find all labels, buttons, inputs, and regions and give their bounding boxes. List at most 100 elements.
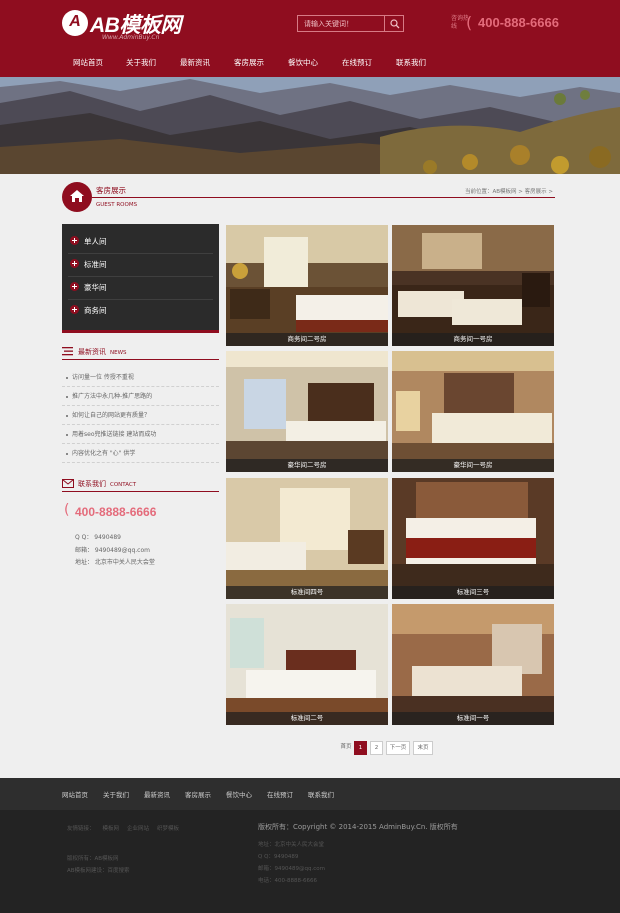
room-caption: 标准间三号 <box>392 586 554 599</box>
logo-url: Www.AdminBuy.Cn <box>102 34 160 41</box>
room-photo <box>392 478 554 599</box>
banner-image <box>0 77 620 174</box>
hotline-number: 400-888-6666 <box>478 15 559 30</box>
nav-rooms[interactable]: 客房展示 <box>222 52 276 74</box>
footer-nav-booking[interactable]: 在线预订 <box>267 789 293 799</box>
friend-link[interactable]: 企业网站 <box>127 824 149 832</box>
plus-icon <box>70 305 79 314</box>
friend-links: 友情链接： 模板网 企业网站 织梦模板 <box>67 824 187 832</box>
main-nav: 网站首页 关于我们 最新资讯 客房展示 餐饮中心 在线预订 联系我们 <box>62 52 438 74</box>
footer-nav-home[interactable]: 网站首页 <box>62 789 88 799</box>
room-photo <box>226 604 388 725</box>
room-caption: 豪华间一号房 <box>392 459 554 472</box>
list-item[interactable]: 内容优化之有 "心" 供学 <box>62 444 219 463</box>
room-card[interactable]: 标准间四号 <box>226 478 388 599</box>
news-title-en: NEWS <box>110 350 127 356</box>
footer-left-line: 版权所有：AB模板网 <box>67 856 119 862</box>
contact-title-en: CONTACT <box>110 482 137 488</box>
footer: 友情链接： 模板网 企业网站 织梦模板 版权所有：AB模板网 AB模板网建设：百… <box>0 810 620 913</box>
sidebar-item-standard[interactable]: 标准间 <box>62 254 219 277</box>
footer-email: 邮箱：9490489@qq.com <box>258 866 325 872</box>
mail-icon <box>62 479 74 488</box>
list-item[interactable]: 访问量一位 传授不重视 <box>62 368 219 387</box>
sidebar-item-single[interactable]: 单人间 <box>62 231 219 254</box>
footer-nav-about[interactable]: 关于我们 <box>103 789 129 799</box>
list-item[interactable]: 用着seo兜推送链接 建站而成功 <box>62 425 219 444</box>
nav-dining[interactable]: 餐饮中心 <box>276 52 330 74</box>
room-card[interactable]: 标准间三号 <box>392 478 554 599</box>
friend-link[interactable]: 模板网 <box>103 824 120 832</box>
room-card[interactable]: 商务间二号房 <box>226 225 388 346</box>
home-icon <box>70 190 84 202</box>
room-caption: 标准间二号 <box>226 712 388 725</box>
contact-address: 地址： 北京市中关人民大会堂 <box>75 559 155 566</box>
sidebar-menu: 单人间 标准间 豪华间 商务间 <box>62 224 219 333</box>
nav-booking[interactable]: 在线预订 <box>330 52 384 74</box>
room-card[interactable]: 豪华间二号房 <box>226 351 388 472</box>
logo-mark: A <box>62 10 88 36</box>
room-photo <box>392 225 554 346</box>
contact-qq: Q Q： 9490489 <box>75 534 121 541</box>
search-icon <box>390 19 400 29</box>
sidebar-item-label: 豪华间 <box>84 283 107 292</box>
footer-nav: 网站首页 关于我们 最新资讯 客房展示 餐饮中心 在线预订 联系我们 <box>0 778 620 810</box>
pager-current[interactable]: 1 <box>354 741 367 755</box>
section-divider <box>92 197 555 198</box>
sidebar-item-label: 标准间 <box>84 260 107 269</box>
news-title: 最新资讯 <box>78 348 106 356</box>
search-button[interactable] <box>384 15 404 32</box>
footer-nav-dining[interactable]: 餐饮中心 <box>226 789 252 799</box>
phone-icon: ( <box>466 13 473 32</box>
room-caption: 商务间二号房 <box>226 333 388 346</box>
pager-first-label[interactable]: 首页 <box>339 741 353 755</box>
pager-page-2[interactable]: 2 <box>370 741 383 755</box>
contact-email: 邮箱： 9490489@qq.com <box>75 547 150 554</box>
room-caption: 商务间一号房 <box>392 333 554 346</box>
room-card[interactable]: 标准间二号 <box>226 604 388 725</box>
nav-home[interactable]: 网站首页 <box>62 52 114 74</box>
sidebar-item-label: 单人间 <box>84 237 107 246</box>
site-logo[interactable]: A AB模板网 Www.AdminBuy.Cn <box>62 7 192 43</box>
list-item[interactable]: 推广方法中永几种-推广思路的 <box>62 387 219 406</box>
footer-qq: Q Q：9490489 <box>258 854 299 860</box>
footer-nav-news[interactable]: 最新资讯 <box>144 789 170 799</box>
room-photo <box>392 604 554 725</box>
breadcrumb: 当前位置：AB模板网 > 客房展示 > <box>465 189 553 195</box>
sidebar-item-business[interactable]: 商务间 <box>62 300 219 323</box>
pager-last[interactable]: 末页 <box>413 741 433 755</box>
room-caption: 标准间四号 <box>226 586 388 599</box>
pager-next[interactable]: 下一页 <box>386 741 410 755</box>
nav-about[interactable]: 关于我们 <box>114 52 168 74</box>
nav-news[interactable]: 最新资讯 <box>168 52 222 74</box>
search-input[interactable] <box>297 15 385 32</box>
room-caption: 标准间一号 <box>392 712 554 725</box>
section-title-en: GUEST ROOMS <box>96 202 138 208</box>
phone-icon: ( <box>64 502 70 518</box>
contact-title: 联系我们 <box>78 480 106 488</box>
sidebar-item-label: 商务间 <box>84 306 107 315</box>
news-header: 最新资讯 NEWS <box>62 344 219 360</box>
footer-nav-contact[interactable]: 联系我们 <box>308 789 334 799</box>
section-title: 客房展示 <box>96 186 126 195</box>
room-card[interactable]: 豪华间一号房 <box>392 351 554 472</box>
room-photo <box>226 225 388 346</box>
footer-address: 地址：北京中关人民大会堂 <box>258 842 325 848</box>
footer-tel: 电话：400-8888-6666 <box>258 878 317 884</box>
list-item[interactable]: 如何让自己的网站更有质量？ <box>62 406 219 425</box>
footer-nav-rooms[interactable]: 客房展示 <box>185 789 211 799</box>
friend-link[interactable]: 织梦模板 <box>157 824 179 832</box>
room-card[interactable]: 标准间一号 <box>392 604 554 725</box>
plus-icon <box>70 282 79 291</box>
friend-links-label: 友情链接： <box>67 826 95 832</box>
room-card[interactable]: 商务间一号房 <box>392 225 554 346</box>
copyright: 版权所有：Copyright © 2014-2015 AdminBuy.Cn. … <box>258 823 458 831</box>
header: A AB模板网 Www.AdminBuy.Cn 咨询热线 ( 400-888-6… <box>0 0 620 77</box>
room-photo <box>226 478 388 599</box>
contact-header: 联系我们 CONTACT <box>62 476 219 492</box>
sidebar-item-deluxe[interactable]: 豪华间 <box>62 277 219 300</box>
nav-contact[interactable]: 联系我们 <box>384 52 438 74</box>
section-header: 客房展示 GUEST ROOMS 当前位置：AB模板网 > 客房展示 > <box>62 180 555 216</box>
news-list: 访问量一位 传授不重视 推广方法中永几种-推广思路的 如何让自己的网站更有质量？… <box>62 368 219 463</box>
room-photo <box>226 351 388 472</box>
pagination: 首页 1 2 下一页 末页 <box>339 741 436 755</box>
